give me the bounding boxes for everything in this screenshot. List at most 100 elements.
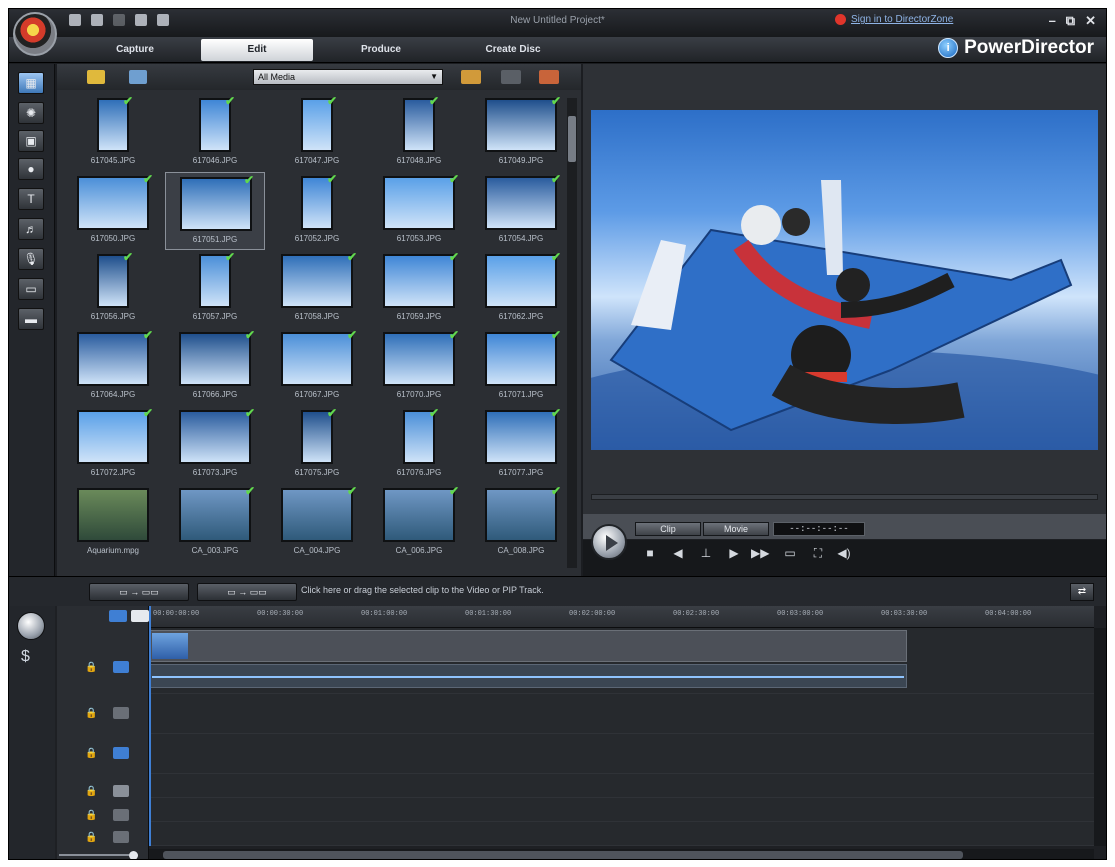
particle-room-icon[interactable]: ●	[18, 158, 44, 180]
close-button[interactable]: ✕	[1085, 13, 1096, 29]
timeline-vertical-scrollbar[interactable]	[1094, 628, 1106, 846]
play-button[interactable]	[591, 524, 627, 560]
media-item[interactable]: ✔ 617067.JPG	[267, 328, 367, 406]
ruler-tick-label: 00:03:30:00	[881, 610, 928, 618]
media-item[interactable]: ✔ 617066.JPG	[165, 328, 265, 406]
media-item[interactable]: ✔ 617073.JPG	[165, 406, 265, 484]
media-item[interactable]: ✔ CA_003.JPG	[165, 484, 265, 562]
timeline-zoom-slider[interactable]	[59, 851, 145, 859]
audio-mixing-room-icon[interactable]: 🎙	[18, 248, 44, 270]
audio-clip[interactable]	[149, 664, 907, 688]
zoom-knob[interactable]	[129, 851, 138, 859]
music-track[interactable]	[149, 822, 1094, 846]
timeline-toolbar: ▭ → ▭▭ ▭ → ▭▭ Click here or drag the sel…	[9, 576, 1106, 606]
media-item[interactable]: ✔ CA_008.JPG	[471, 484, 571, 562]
media-item[interactable]: ✔ 617062.JPG	[471, 250, 571, 328]
split-icon[interactable]: ⊥	[697, 546, 715, 560]
media-item[interactable]: ✔ 617046.JPG	[165, 94, 265, 172]
clip-mode-button[interactable]: Clip	[635, 522, 701, 536]
media-item[interactable]: ✔ 617059.JPG	[369, 250, 469, 328]
previous-frame-icon[interactable]: ◀	[669, 546, 687, 560]
transition-room-icon[interactable]: ♬	[18, 218, 44, 240]
title-track[interactable]	[149, 774, 1094, 798]
media-thumbnail	[281, 332, 353, 386]
minimize-button[interactable]: –	[1049, 13, 1056, 29]
voice-track[interactable]	[149, 798, 1094, 822]
effect-room-icon[interactable]: ✺	[18, 102, 44, 124]
app-logo-icon[interactable]	[13, 12, 57, 56]
insert-button[interactable]: ▭ → ▭▭	[89, 583, 189, 601]
timeline-mode-icon[interactable]	[17, 612, 45, 640]
media-item[interactable]: ✔ 617045.JPG	[63, 94, 163, 172]
voice-over-room-icon[interactable]: ▭	[18, 278, 44, 300]
import-folder-icon[interactable]	[87, 70, 105, 84]
media-filter-select[interactable]: All Media ▼	[253, 69, 443, 85]
fullscreen-icon[interactable]: ⛶	[809, 546, 827, 561]
lock-icon[interactable]: 🔒	[85, 662, 97, 673]
lock-icon[interactable]: 🔒	[85, 786, 97, 797]
media-item[interactable]: ✔ CA_006.JPG	[369, 484, 469, 562]
media-item[interactable]: ✔ 617048.JPG	[369, 94, 469, 172]
media-item[interactable]: ✔ 617077.JPG	[471, 406, 571, 484]
lock-icon[interactable]: 🔒	[85, 832, 97, 843]
timeline-ruler[interactable]: 00:00:00:00 00:00:30:00 00:01:00:00 00:01:3…	[149, 606, 1094, 628]
video-clip[interactable]	[149, 630, 907, 662]
media-item[interactable]: ✔ 617053.JPG	[369, 172, 469, 250]
media-item[interactable]: ✔ CA_004.JPG	[267, 484, 367, 562]
chapter-room-icon[interactable]: ▬	[18, 308, 44, 330]
tab-produce[interactable]: Produce	[325, 39, 437, 61]
media-item[interactable]: ✔ 617064.JPG	[63, 328, 163, 406]
media-item[interactable]: ✔ 617070.JPG	[369, 328, 469, 406]
video-track[interactable]	[149, 628, 1094, 694]
media-item[interactable]: ✔ 617052.JPG	[267, 172, 367, 250]
library-menu-icon[interactable]	[539, 70, 559, 84]
media-item[interactable]: Aquarium.mpg	[63, 484, 163, 562]
media-item[interactable]: ✔ 617047.JPG	[267, 94, 367, 172]
lock-icon[interactable]: 🔒	[85, 748, 97, 759]
media-filename: 617076.JPG	[396, 468, 442, 477]
media-item[interactable]: ✔ 617054.JPG	[471, 172, 571, 250]
tab-edit[interactable]: Edit	[201, 39, 313, 61]
timeline-horizontal-scrollbar[interactable]	[149, 849, 1094, 859]
library-view-icon[interactable]	[461, 70, 481, 84]
media-item[interactable]: ✔ 617075.JPG	[267, 406, 367, 484]
tab-capture[interactable]: Capture	[79, 39, 191, 61]
library-scroll-thumb[interactable]	[568, 116, 576, 162]
library-scrollbar[interactable]	[567, 98, 577, 568]
download-media-icon[interactable]	[129, 70, 147, 84]
media-item[interactable]: ✔ 617049.JPG	[471, 94, 571, 172]
volume-icon[interactable]: ◀)	[835, 546, 853, 560]
overwrite-button[interactable]: ▭ → ▭▭	[197, 583, 297, 601]
media-item[interactable]: ✔ 617076.JPG	[369, 406, 469, 484]
sort-icon[interactable]	[501, 70, 521, 84]
storyboard-view-button[interactable]: ⇄	[1070, 583, 1094, 601]
preview-progress-bar[interactable]	[591, 494, 1098, 500]
movie-mode-button[interactable]: Movie	[703, 522, 769, 536]
media-item[interactable]: ✔ 617057.JPG	[165, 250, 265, 328]
lock-icon[interactable]: 🔒	[85, 810, 97, 821]
media-item[interactable]: ✔ 617072.JPG	[63, 406, 163, 484]
media-item[interactable]: ✔ 617071.JPG	[471, 328, 571, 406]
playhead[interactable]	[149, 606, 151, 846]
lock-icon[interactable]: 🔒	[85, 708, 97, 719]
next-frame-icon[interactable]: ▶	[725, 546, 743, 560]
magic-tools-icon[interactable]: $	[21, 648, 30, 666]
pip-track[interactable]	[149, 734, 1094, 774]
fast-forward-icon[interactable]: ▶▶	[751, 546, 769, 560]
tab-create-disc[interactable]: Create Disc	[457, 39, 569, 61]
stop-icon[interactable]: ■	[641, 546, 659, 560]
media-item[interactable]: ✔ 617051.JPG	[165, 172, 265, 250]
timeline-scroll-thumb[interactable]	[163, 851, 963, 859]
restore-button[interactable]: ⧉	[1066, 13, 1075, 29]
title-room-icon[interactable]: T	[18, 188, 44, 210]
timeline-view-icon[interactable]	[109, 610, 127, 622]
media-item[interactable]: ✔ 617058.JPG	[267, 250, 367, 328]
media-room-icon[interactable]: ▦	[18, 72, 44, 94]
media-item[interactable]: ✔ 617056.JPG	[63, 250, 163, 328]
snapshot-icon[interactable]: ▭	[781, 546, 799, 560]
pip-room-icon[interactable]: ▣	[18, 130, 44, 152]
effect-track[interactable]	[149, 694, 1094, 734]
storyboard-icon[interactable]	[131, 610, 149, 622]
signin-link[interactable]: Sign in to DirectorZone	[835, 14, 953, 25]
media-item[interactable]: ✔ 617050.JPG	[63, 172, 163, 250]
